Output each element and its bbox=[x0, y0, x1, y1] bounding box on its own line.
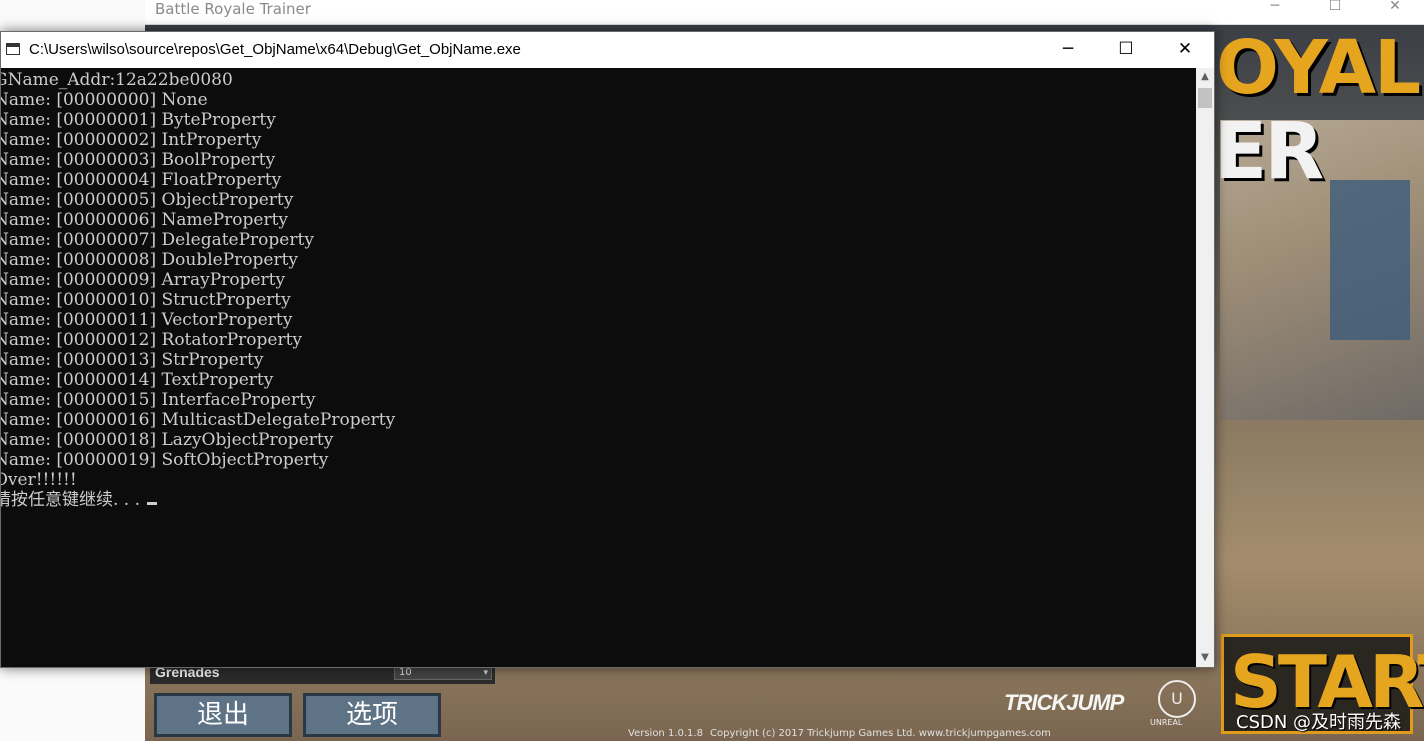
text-cursor bbox=[147, 502, 158, 505]
console-line: Name: [00000004] FloatProperty bbox=[1, 170, 282, 190]
console-line: Name: [00000018] LazyObjectProperty bbox=[1, 430, 334, 450]
console-line: Name: [00000002] IntProperty bbox=[1, 130, 262, 150]
console-line: Name: [00000006] NameProperty bbox=[1, 210, 289, 230]
exit-button[interactable]: 退出 bbox=[154, 693, 292, 737]
console-line: Name: [00000005] ObjectProperty bbox=[1, 190, 294, 210]
game-logo-line2: ER bbox=[1214, 107, 1324, 197]
console-line: Name: [00000013] StrProperty bbox=[1, 350, 264, 370]
console-line: Name: [00000010] StructProperty bbox=[1, 290, 291, 310]
console-line: Name: [00000009] ArrayProperty bbox=[1, 270, 286, 290]
game-logo-line1: OYALE bbox=[1216, 25, 1424, 111]
console-line: Name: [00000012] RotatorProperty bbox=[1, 330, 303, 350]
console-output: GName_Addr:12a22be0080 Name: [00000000] … bbox=[1, 70, 395, 510]
scroll-up-icon[interactable]: ▲ bbox=[1196, 70, 1214, 84]
trickjump-logo: TRICKJUMP bbox=[1004, 690, 1124, 715]
console-window-title: C:\Users\wilso\source\repos\Get_ObjName\… bbox=[29, 41, 521, 58]
version-text: Version 1.0.1.8 bbox=[628, 728, 703, 739]
close-icon[interactable]: ✕ bbox=[1156, 32, 1214, 68]
copyright-text: Copyright (c) 2017 Trickjump Games Ltd. … bbox=[710, 728, 1051, 739]
console-line: Name: [00000016] MulticastDelegateProper… bbox=[1, 410, 396, 430]
console-line: Name: [00000001] ByteProperty bbox=[1, 110, 276, 130]
console-line: 请按任意键继续. . . bbox=[1, 490, 146, 510]
scroll-down-icon[interactable]: ▼ bbox=[1196, 651, 1214, 665]
console-line: Name: [00000019] SoftObjectProperty bbox=[1, 450, 329, 470]
console-line: Name: [00000003] BoolProperty bbox=[1, 150, 276, 170]
console-output-area[interactable]: GName_Addr:12a22be0080 Name: [00000000] … bbox=[1, 68, 1196, 667]
console-line: Over!!!!!! bbox=[1, 470, 77, 490]
console-window[interactable]: C:\Users\wilso\source\repos\Get_ObjName\… bbox=[0, 31, 1215, 668]
grenades-select-value: 10 bbox=[399, 667, 412, 678]
maximize-icon[interactable]: ☐ bbox=[1097, 32, 1155, 68]
close-icon[interactable]: ✕ bbox=[1373, 0, 1417, 16]
minimize-icon[interactable]: ─ bbox=[1253, 0, 1297, 16]
maximize-icon[interactable]: ☐ bbox=[1313, 0, 1357, 16]
unreal-engine-label: UNREAL bbox=[1150, 718, 1183, 727]
console-line: Name: [00000008] DoubleProperty bbox=[1, 250, 299, 270]
console-line: GName_Addr:12a22be0080 bbox=[1, 70, 233, 90]
scroll-thumb[interactable] bbox=[1198, 88, 1212, 108]
console-line: Name: [00000000] None bbox=[1, 90, 208, 110]
background-titlebar: Battle Royale Trainer ─ ☐ ✕ bbox=[145, 0, 1424, 25]
minimize-icon[interactable]: ─ bbox=[1039, 32, 1097, 68]
csdn-watermark: CSDN @及时雨先森 bbox=[1236, 712, 1402, 733]
background-window-title: Battle Royale Trainer bbox=[155, 0, 311, 18]
game-building-window-art bbox=[1330, 180, 1410, 340]
console-line: Name: [00000007] DelegateProperty bbox=[1, 230, 314, 250]
options-button[interactable]: 选项 bbox=[303, 693, 441, 737]
unreal-engine-icon: U bbox=[1158, 680, 1196, 718]
console-line: Name: [00000014] TextProperty bbox=[1, 370, 274, 390]
console-titlebar[interactable]: C:\Users\wilso\source\repos\Get_ObjName\… bbox=[1, 32, 1214, 68]
console-line: Name: [00000011] VectorProperty bbox=[1, 310, 293, 330]
console-app-icon bbox=[6, 43, 20, 55]
console-line: Name: [00000015] InterfaceProperty bbox=[1, 390, 316, 410]
console-scrollbar[interactable]: ▲ ▼ bbox=[1196, 68, 1214, 667]
